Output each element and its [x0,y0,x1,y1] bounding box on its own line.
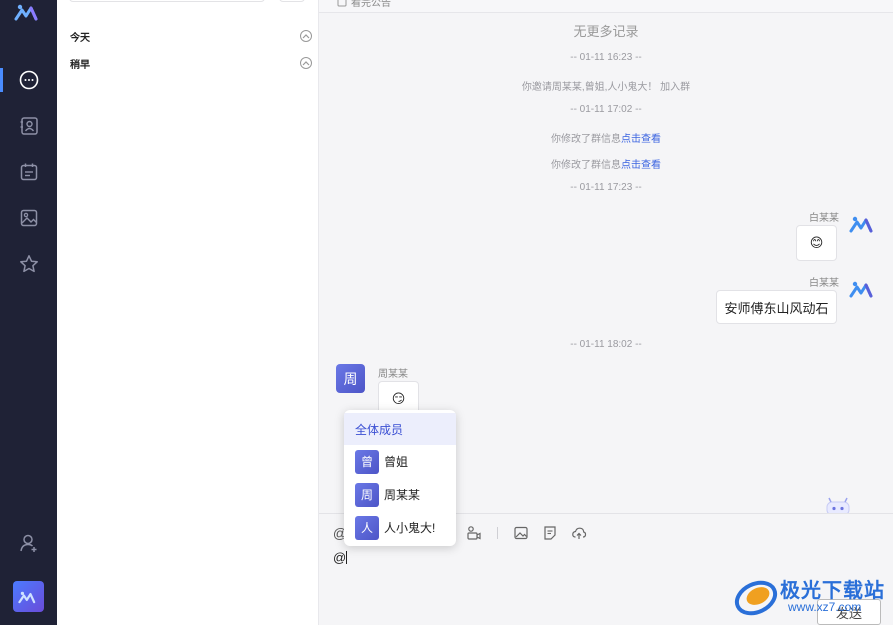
contacts-icon [20,117,38,135]
message-sender: 白某某 [809,213,839,224]
nav-contacts[interactable] [0,108,57,144]
watermark-logo-icon [734,580,778,616]
conversation-list: 今天 稍早 [57,0,319,625]
system-message-text: 你修改了群信息 [551,134,621,145]
sender-avatar[interactable]: 周 [336,364,365,393]
app-logo-icon [14,4,38,21]
timestamp: -- 01-11 18:02 -- [570,339,642,350]
group-label: 今天 [70,32,90,44]
view-link[interactable]: 点击查看 [621,134,661,145]
sender-avatar-icon[interactable] [849,279,879,299]
chevron-up-icon[interactable] [300,57,312,69]
text-caret [346,551,348,564]
member-name: 人小鬼大! [384,521,436,535]
watermark-url: www.xz7.com [788,600,862,614]
announcement-icon [337,0,347,6]
chevron-up-icon[interactable] [300,30,312,42]
star-icon [19,255,38,273]
group-earlier[interactable]: 稍早 [70,55,312,71]
timestamp: -- 01-11 16:23 -- [570,52,642,63]
add-friend-button[interactable] [0,525,57,561]
timestamp: -- 01-11 17:23 -- [570,182,642,193]
video-call-icon [467,526,481,540]
message-input[interactable]: @ [333,550,348,565]
member-avatar: 曾 [355,449,379,474]
user-avatar[interactable] [13,581,44,612]
mention-all-option[interactable]: 全体成员 [344,413,456,445]
member-avatar: 人 [355,515,379,540]
nav-album[interactable] [0,200,57,236]
album-icon [20,209,37,227]
document-button[interactable] [541,524,559,542]
message-sender: 白某某 [809,278,839,289]
user-avatar-logo-icon [17,591,35,603]
group-today[interactable]: 今天 [70,28,312,44]
message-input-text: @ [333,550,347,565]
member-name: 曾姐 [384,455,409,469]
add-button[interactable] [279,0,305,2]
message-bubble[interactable]: 安师傅东山风动石 [716,290,837,324]
watermark-title: 极光下载站 [780,580,885,602]
system-message: 你修改了群信息点击查看 [319,130,893,145]
search-input[interactable] [69,0,265,2]
image-button[interactable] [512,524,530,542]
sender-avatar-icon[interactable] [849,214,879,234]
nav-chat[interactable] [0,62,57,98]
member-avatar: 周 [355,482,379,507]
add-friend-icon [19,534,36,552]
video-call-button[interactable] [465,524,483,542]
system-message-text: 你修改了群信息 [551,160,621,171]
app-sidebar [0,0,57,625]
announcement-label: 看完公告 [351,0,391,9]
image-icon [514,526,528,540]
upload-button[interactable] [570,524,588,542]
member-name: 周某某 [384,488,421,502]
announcement[interactable]: 看完公告 [337,0,391,9]
nav-calendar[interactable] [0,154,57,190]
no-more-records: 无更多记录 [573,24,639,39]
system-message: 你修改了群信息点击查看 [319,156,893,171]
site-watermark: 极光下载站 www.xz7.com [730,572,890,622]
document-icon [544,526,556,540]
timestamp: -- 01-11 17:02 -- [570,104,642,115]
cloud-upload-icon [572,527,587,539]
chat-topbar: 看完公告 [319,0,893,13]
mention-popup: 全体成员 曾 曾姐 周 周某某 人 人小鬼大! [344,410,456,546]
mention-member-option[interactable]: 曾 曾姐 [344,445,456,478]
calendar-icon [20,163,37,181]
chat-icon [19,70,38,90]
mention-member-option[interactable]: 周 周某某 [344,478,456,511]
message-bubble[interactable]: 😊 [796,225,837,261]
toolbar-divider [497,527,498,539]
view-link[interactable]: 点击查看 [621,160,661,171]
nav-favorites[interactable] [0,246,57,282]
mention-member-option[interactable]: 人 人小鬼大! [344,511,456,544]
group-label: 稍早 [70,59,90,71]
system-message: 你邀请周某某,曾姐,人小鬼大！ 加入群 [521,82,691,93]
message-sender: 周某某 [378,369,408,380]
